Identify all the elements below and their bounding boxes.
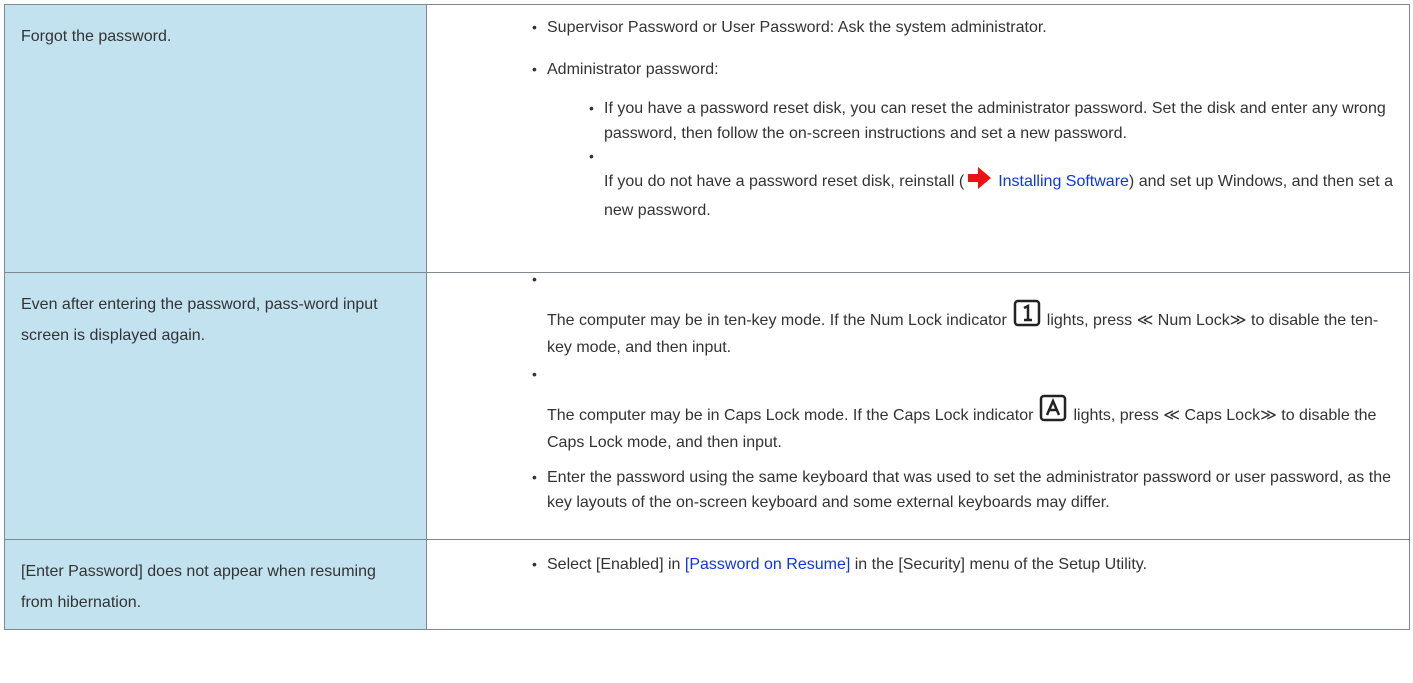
- sub-list-item: If you have a password reset disk, you c…: [589, 96, 1395, 146]
- list-item-text: in the [Security] menu of the Setup Util…: [850, 556, 1148, 573]
- red-arrow-icon: [966, 166, 992, 198]
- list-item-text: The computer may be in ten-key mode. If …: [547, 312, 1007, 329]
- problem-text: [Enter Password] does not appear when re…: [21, 563, 376, 611]
- list-item-text: Enter the password using the same keyboa…: [547, 469, 1391, 511]
- troubleshooting-table: Forgot the password. Supervisor Password…: [4, 4, 1410, 630]
- list-item: Administrator password:: [532, 57, 1409, 82]
- problem-text: Forgot the password.: [21, 28, 172, 45]
- sub-list-item: If you do not have a password reset disk…: [589, 144, 1395, 223]
- problem-cell: [Enter Password] does not appear when re…: [4, 539, 427, 630]
- table-row: Forgot the password. Supervisor Password…: [4, 4, 1410, 273]
- solution-list: The computer may be in ten-key mode. If …: [427, 267, 1409, 515]
- num-lock-indicator-icon: [1013, 299, 1041, 335]
- list-item: The computer may be in ten-key mode. If …: [532, 267, 1395, 360]
- problem-cell: Even after entering the password, pass-w…: [4, 272, 427, 540]
- table-row: [Enter Password] does not appear when re…: [4, 539, 1410, 630]
- problem-text: Even after entering the password, pass-w…: [21, 296, 378, 344]
- list-item-text: The computer may be in Caps Lock mode. I…: [547, 407, 1034, 424]
- list-item: Enter the password using the same keyboa…: [532, 465, 1395, 515]
- solution-cell: The computer may be in ten-key mode. If …: [426, 267, 1410, 540]
- sub-list-item-text: If you do not have a password reset disk…: [604, 173, 965, 190]
- installing-software-link[interactable]: Installing Software: [998, 173, 1129, 190]
- list-item: Supervisor Password or User Password: As…: [532, 15, 1409, 40]
- list-item-text: Administrator password:: [547, 61, 719, 78]
- solution-list: Supervisor Password or User Password: As…: [427, 5, 1409, 223]
- caps-lock-indicator-icon: [1039, 394, 1067, 430]
- problem-cell: Forgot the password.: [4, 4, 427, 273]
- list-item-text: Select [Enabled] in: [547, 556, 685, 573]
- solution-cell: Select [Enabled] in [Password on Resume]…: [426, 539, 1410, 630]
- list-item-text: Supervisor Password or User Password: As…: [547, 19, 1047, 36]
- list-item: Select [Enabled] in [Password on Resume]…: [532, 552, 1409, 577]
- list-item: The computer may be in Caps Lock mode. I…: [532, 362, 1395, 455]
- solution-cell: Supervisor Password or User Password: As…: [426, 4, 1410, 273]
- password-on-resume-link[interactable]: [Password on Resume]: [685, 556, 850, 573]
- sub-list-item-text: If you have a password reset disk, you c…: [604, 100, 1386, 142]
- table-row: Even after entering the password, pass-w…: [4, 267, 1410, 540]
- solution-list: Select [Enabled] in [Password on Resume]…: [427, 540, 1409, 577]
